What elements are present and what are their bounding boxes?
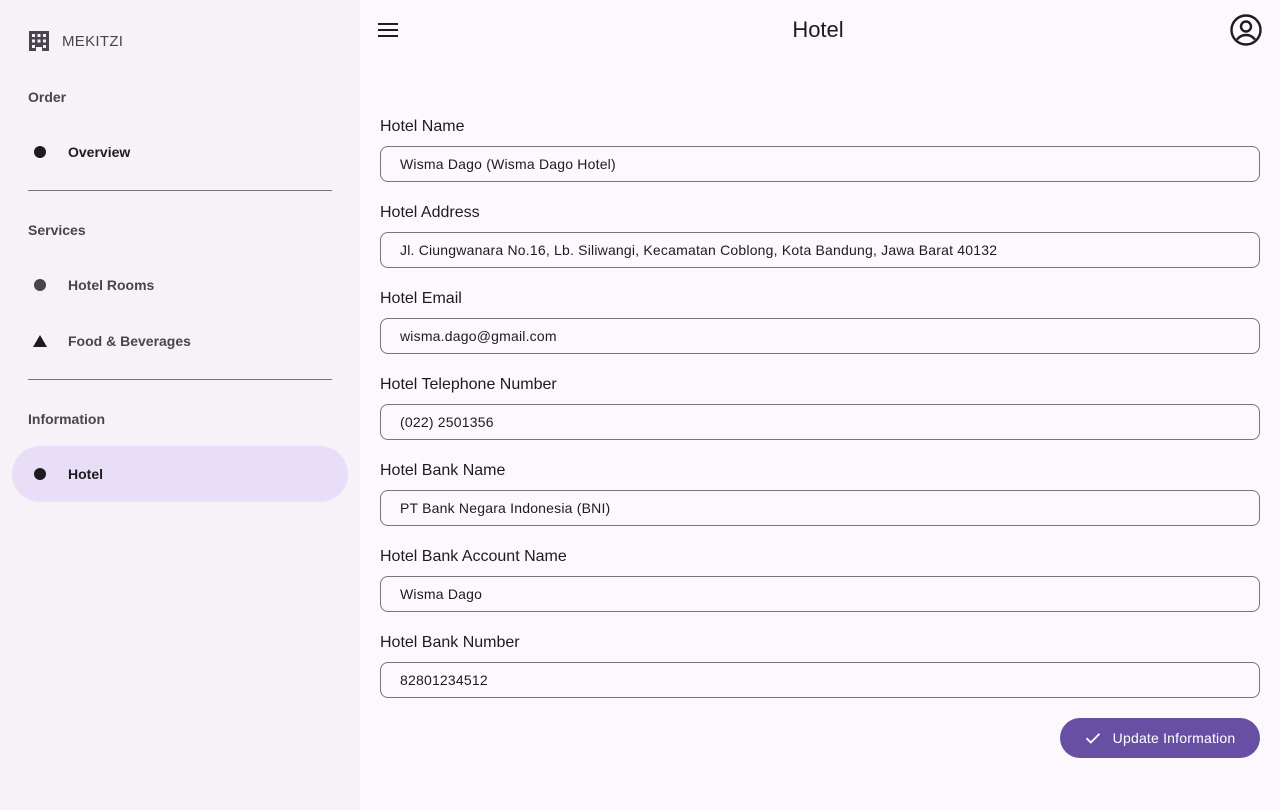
brand: MEKITZI xyxy=(28,30,123,52)
hotel-name-input[interactable] xyxy=(380,146,1260,182)
nav-item-label: Hotel xyxy=(68,466,103,482)
field-label: Hotel Bank Account Name xyxy=(380,548,567,565)
divider xyxy=(28,190,332,191)
nav-item-label: Overview xyxy=(68,144,131,160)
field-label: Hotel Telephone Number xyxy=(380,376,557,393)
hotel-bank-number-field: Hotel Bank Number xyxy=(380,633,1260,698)
field-label: Hotel Name xyxy=(380,118,465,135)
update-information-label: Update Information xyxy=(1112,730,1236,746)
hotel-address-input[interactable] xyxy=(380,232,1260,268)
hotel-bank-account-name-field: Hotel Bank Account Name xyxy=(380,547,1260,612)
triangle-icon xyxy=(12,313,68,369)
nav-item-hotel-rooms[interactable]: Hotel Rooms xyxy=(12,257,348,313)
nav-item-hotel[interactable]: Hotel xyxy=(12,446,348,502)
section-label-order: Order xyxy=(28,89,67,105)
brand-name: MEKITZI xyxy=(62,32,124,50)
account-circle-icon xyxy=(1230,13,1262,51)
nav-item-food-beverages[interactable]: Food & Beverages xyxy=(12,313,348,369)
field-label: Hotel Bank Name xyxy=(380,462,506,479)
hotel-name-field: Hotel Name xyxy=(380,117,1260,182)
navigation-drawer: MEKITZI Order Overview Services Hotel Ro… xyxy=(0,0,360,810)
section-label-services: Services xyxy=(28,222,86,238)
hotel-telephone-field: Hotel Telephone Number xyxy=(380,375,1260,440)
section-label-information: Information xyxy=(28,411,105,427)
hotel-bank-account-name-input[interactable] xyxy=(380,576,1260,612)
nav-item-label: Hotel Rooms xyxy=(68,277,155,293)
hotel-email-field: Hotel Email xyxy=(380,289,1260,354)
circle-icon xyxy=(12,124,68,180)
nav-item-overview[interactable]: Overview xyxy=(12,124,348,180)
circle-icon xyxy=(12,446,68,502)
field-label: Hotel Address xyxy=(380,204,480,221)
divider xyxy=(28,379,332,380)
hotel-building-icon xyxy=(28,30,50,52)
check-icon xyxy=(1085,732,1101,744)
hotel-telephone-input[interactable] xyxy=(380,404,1260,440)
update-information-button[interactable]: Update Information xyxy=(1060,718,1260,758)
page-title: Hotel xyxy=(792,17,844,42)
app: MEKITZI Order Overview Services Hotel Ro… xyxy=(0,0,1280,810)
hotel-bank-name-field: Hotel Bank Name xyxy=(380,461,1260,526)
nav-item-label: Food & Beverages xyxy=(68,333,191,349)
account-button[interactable] xyxy=(1228,13,1264,51)
hotel-bank-name-input[interactable] xyxy=(380,490,1260,526)
field-label: Hotel Email xyxy=(380,290,462,307)
hotel-email-input[interactable] xyxy=(380,318,1260,354)
field-label: Hotel Bank Number xyxy=(380,634,520,651)
circle-icon xyxy=(12,257,68,313)
hotel-address-field: Hotel Address xyxy=(380,203,1260,268)
hotel-bank-number-input[interactable] xyxy=(380,662,1260,698)
